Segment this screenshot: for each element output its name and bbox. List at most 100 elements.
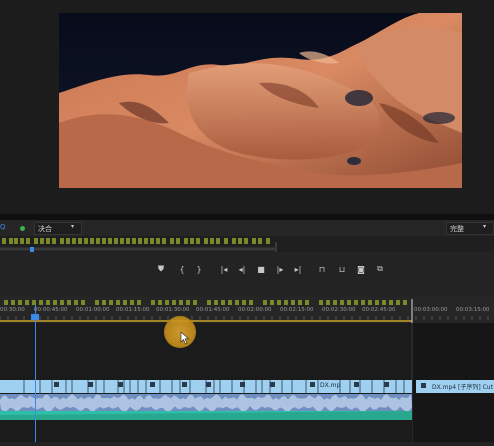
marker[interactable] <box>156 238 160 244</box>
timeline-marker[interactable] <box>74 300 78 305</box>
timeline-marker[interactable] <box>319 300 323 305</box>
timeline-marker[interactable] <box>39 300 43 305</box>
marker[interactable] <box>204 238 208 244</box>
timeline-marker[interactable] <box>11 300 15 305</box>
marker[interactable] <box>78 238 82 244</box>
left-dropdown-label[interactable]: Q <box>0 223 6 231</box>
marker[interactable] <box>9 238 13 244</box>
timeline-tracks[interactable]: DX.mp DX.mp4 [子序列] Cut <box>0 323 494 442</box>
marker[interactable] <box>196 238 200 244</box>
timeline-marker[interactable] <box>228 300 232 305</box>
marker[interactable] <box>40 238 44 244</box>
timeline-marker[interactable] <box>25 300 29 305</box>
mini-playhead[interactable] <box>30 247 34 252</box>
timeline-marker[interactable] <box>165 300 169 305</box>
timeline-marker[interactable] <box>158 300 162 305</box>
timeline-marker[interactable] <box>151 300 155 305</box>
timeline-marker[interactable] <box>382 300 386 305</box>
timeline-marker[interactable] <box>46 300 50 305</box>
timeline-marker[interactable] <box>123 300 127 305</box>
timeline-marker[interactable] <box>53 300 57 305</box>
monitor-mini-timeline[interactable] <box>0 236 494 252</box>
sequence-dropdown[interactable]: 决合 ▾ <box>34 222 82 235</box>
export-frame-icon[interactable]: ◙ <box>355 262 367 276</box>
timeline-marker[interactable] <box>4 300 8 305</box>
step-forward-icon[interactable]: |▸ <box>274 262 286 276</box>
timeline-marker[interactable] <box>340 300 344 305</box>
timeline-marker[interactable] <box>326 300 330 305</box>
marker[interactable] <box>52 238 56 244</box>
resolution-dropdown[interactable]: 完整 ▾ <box>446 222 494 235</box>
marker[interactable] <box>14 238 18 244</box>
marker[interactable] <box>60 238 64 244</box>
marker[interactable] <box>224 238 228 244</box>
marker[interactable] <box>2 238 6 244</box>
marker[interactable] <box>132 238 136 244</box>
timeline-marker[interactable] <box>263 300 267 305</box>
timeline-marker[interactable] <box>354 300 358 305</box>
timeline-marker[interactable] <box>403 300 407 305</box>
timeline-marker[interactable] <box>207 300 211 305</box>
marker[interactable] <box>232 238 236 244</box>
extract-icon[interactable]: ⊔ <box>336 262 348 276</box>
marker[interactable] <box>266 238 270 244</box>
timeline-marker[interactable] <box>347 300 351 305</box>
timeline-marker[interactable] <box>305 300 309 305</box>
marker[interactable] <box>150 238 154 244</box>
marker[interactable] <box>66 238 70 244</box>
marker[interactable] <box>46 238 50 244</box>
marker[interactable] <box>162 238 166 244</box>
go-to-in-icon[interactable]: |◂ <box>218 262 230 276</box>
marker[interactable] <box>126 238 130 244</box>
timeline-marker[interactable] <box>368 300 372 305</box>
timeline-marker[interactable] <box>284 300 288 305</box>
timeline-marker[interactable] <box>18 300 22 305</box>
marker[interactable] <box>170 238 174 244</box>
marker[interactable] <box>210 238 214 244</box>
lift-icon[interactable]: ⊓ <box>316 262 328 276</box>
timeline-marker[interactable] <box>375 300 379 305</box>
marker[interactable] <box>216 238 220 244</box>
timeline-marker[interactable] <box>130 300 134 305</box>
timeline-marker[interactable] <box>389 300 393 305</box>
timeline-marker[interactable] <box>361 300 365 305</box>
timeline-marker[interactable] <box>102 300 106 305</box>
timeline-marker[interactable] <box>242 300 246 305</box>
marker[interactable] <box>144 238 148 244</box>
timeline-marker[interactable] <box>137 300 141 305</box>
marker[interactable] <box>102 238 106 244</box>
marker[interactable] <box>258 238 262 244</box>
marker[interactable] <box>244 238 248 244</box>
timeline-marker[interactable] <box>60 300 64 305</box>
marker[interactable] <box>108 238 112 244</box>
timeline-marker[interactable] <box>172 300 176 305</box>
timeline-marker[interactable] <box>81 300 85 305</box>
timeline-marker[interactable] <box>396 300 400 305</box>
timeline-marker[interactable] <box>179 300 183 305</box>
video-preview[interactable] <box>59 13 462 188</box>
timeline-marker[interactable] <box>116 300 120 305</box>
timeline-marker[interactable] <box>277 300 281 305</box>
marker[interactable] <box>90 238 94 244</box>
marker[interactable] <box>120 238 124 244</box>
marker[interactable] <box>96 238 100 244</box>
timeline-marker[interactable] <box>291 300 295 305</box>
timeline-marker[interactable] <box>95 300 99 305</box>
marker[interactable] <box>20 238 24 244</box>
marker[interactable] <box>72 238 76 244</box>
timeline-marker[interactable] <box>235 300 239 305</box>
step-back-icon[interactable]: ◂| <box>236 262 248 276</box>
marker[interactable] <box>26 238 30 244</box>
timeline-marker[interactable] <box>298 300 302 305</box>
marker[interactable] <box>138 238 142 244</box>
go-to-out-icon[interactable]: ▸| <box>292 262 304 276</box>
timeline-marker[interactable] <box>249 300 253 305</box>
timeline-marker[interactable] <box>214 300 218 305</box>
timeline-marker[interactable] <box>193 300 197 305</box>
timeline-marker[interactable] <box>109 300 113 305</box>
timeline-marker[interactable] <box>186 300 190 305</box>
marker[interactable] <box>114 238 118 244</box>
out-point-icon[interactable]: } <box>193 262 205 276</box>
marker[interactable] <box>190 238 194 244</box>
marker[interactable] <box>238 238 242 244</box>
